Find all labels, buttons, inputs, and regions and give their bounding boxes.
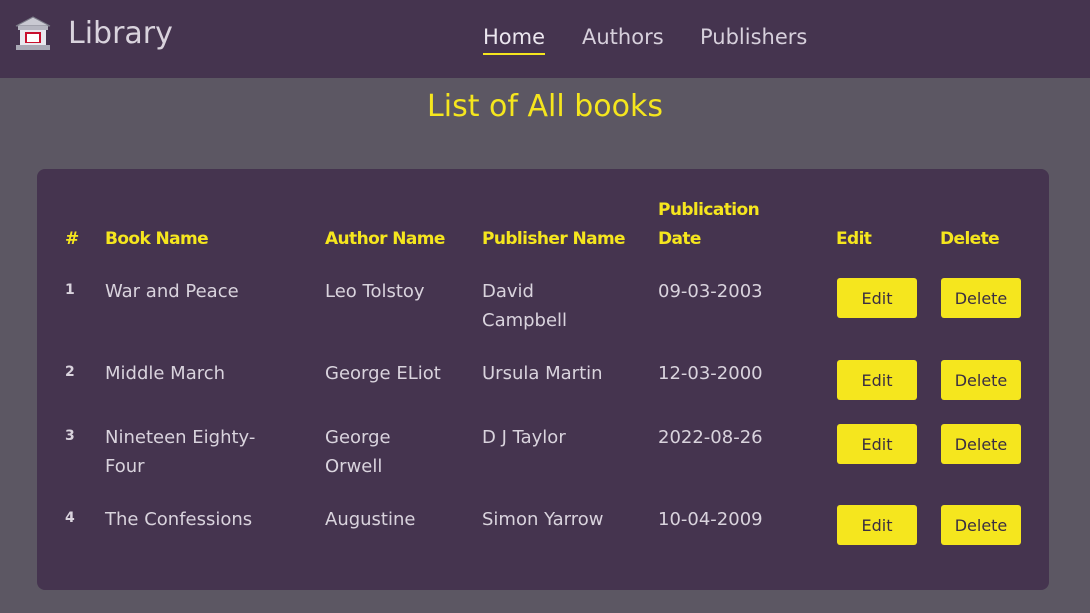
col-header-num: # — [65, 229, 79, 249]
edit-button[interactable]: Edit — [837, 278, 917, 318]
delete-button[interactable]: Delete — [941, 278, 1021, 318]
book-name-cell: The Confessions — [105, 509, 253, 530]
library-building-icon — [15, 16, 51, 50]
publication-date-cell: 09-03-2003 — [658, 281, 763, 302]
col-header-edit: Edit — [836, 229, 872, 249]
row-number: 4 — [65, 510, 75, 526]
nav-link-home[interactable]: Home — [483, 23, 546, 55]
delete-button[interactable]: Delete — [941, 505, 1021, 545]
delete-button[interactable]: Delete — [941, 424, 1021, 464]
col-header-delete: Delete — [940, 229, 1000, 249]
brand[interactable]: Library — [14, 14, 173, 52]
author-name-cell: Leo Tolstoy — [325, 281, 425, 302]
col-header-publication-date-line1: Publication — [658, 200, 760, 220]
col-header-publisher-name: Publisher Name — [482, 229, 626, 249]
publication-date-cell: 2022-08-26 — [658, 427, 763, 448]
row-number: 2 — [65, 364, 75, 380]
navbar: Library Home Authors Publishers — [0, 0, 1090, 78]
book-name-cell: Nineteen Eighty-Four — [105, 427, 256, 477]
col-header-author-name: Author Name — [325, 229, 445, 249]
author-name-cell: George Orwell — [325, 427, 391, 477]
publisher-name-cell: David Campbell — [482, 281, 568, 331]
col-header-publication-date-line2: Date — [658, 229, 701, 249]
books-table-card: # Book Name Author Name Publisher Name P… — [37, 169, 1049, 590]
nav-link-authors[interactable]: Authors — [582, 23, 664, 51]
page-title: List of All books — [427, 89, 663, 124]
col-header-book-name: Book Name — [105, 229, 209, 249]
publication-date-cell: 10-04-2009 — [658, 509, 763, 530]
publication-date-cell: 12-03-2000 — [658, 363, 763, 384]
brand-title: Library — [68, 16, 173, 51]
publisher-name-cell: D J Taylor — [482, 427, 566, 448]
publisher-name-cell: Ursula Martin — [482, 363, 603, 384]
book-name-cell: War and Peace — [105, 281, 239, 302]
author-name-cell: George ELiot — [325, 363, 441, 384]
delete-button[interactable]: Delete — [941, 360, 1021, 400]
edit-button[interactable]: Edit — [837, 360, 917, 400]
nav-link-publishers[interactable]: Publishers — [700, 23, 807, 51]
edit-button[interactable]: Edit — [837, 424, 917, 464]
author-name-cell: Augustine — [325, 509, 416, 530]
book-name-cell: Middle March — [105, 363, 226, 384]
row-number: 3 — [65, 428, 75, 444]
edit-button[interactable]: Edit — [837, 505, 917, 545]
row-number: 1 — [65, 282, 75, 298]
publisher-name-cell: Simon Yarrow — [482, 509, 604, 530]
